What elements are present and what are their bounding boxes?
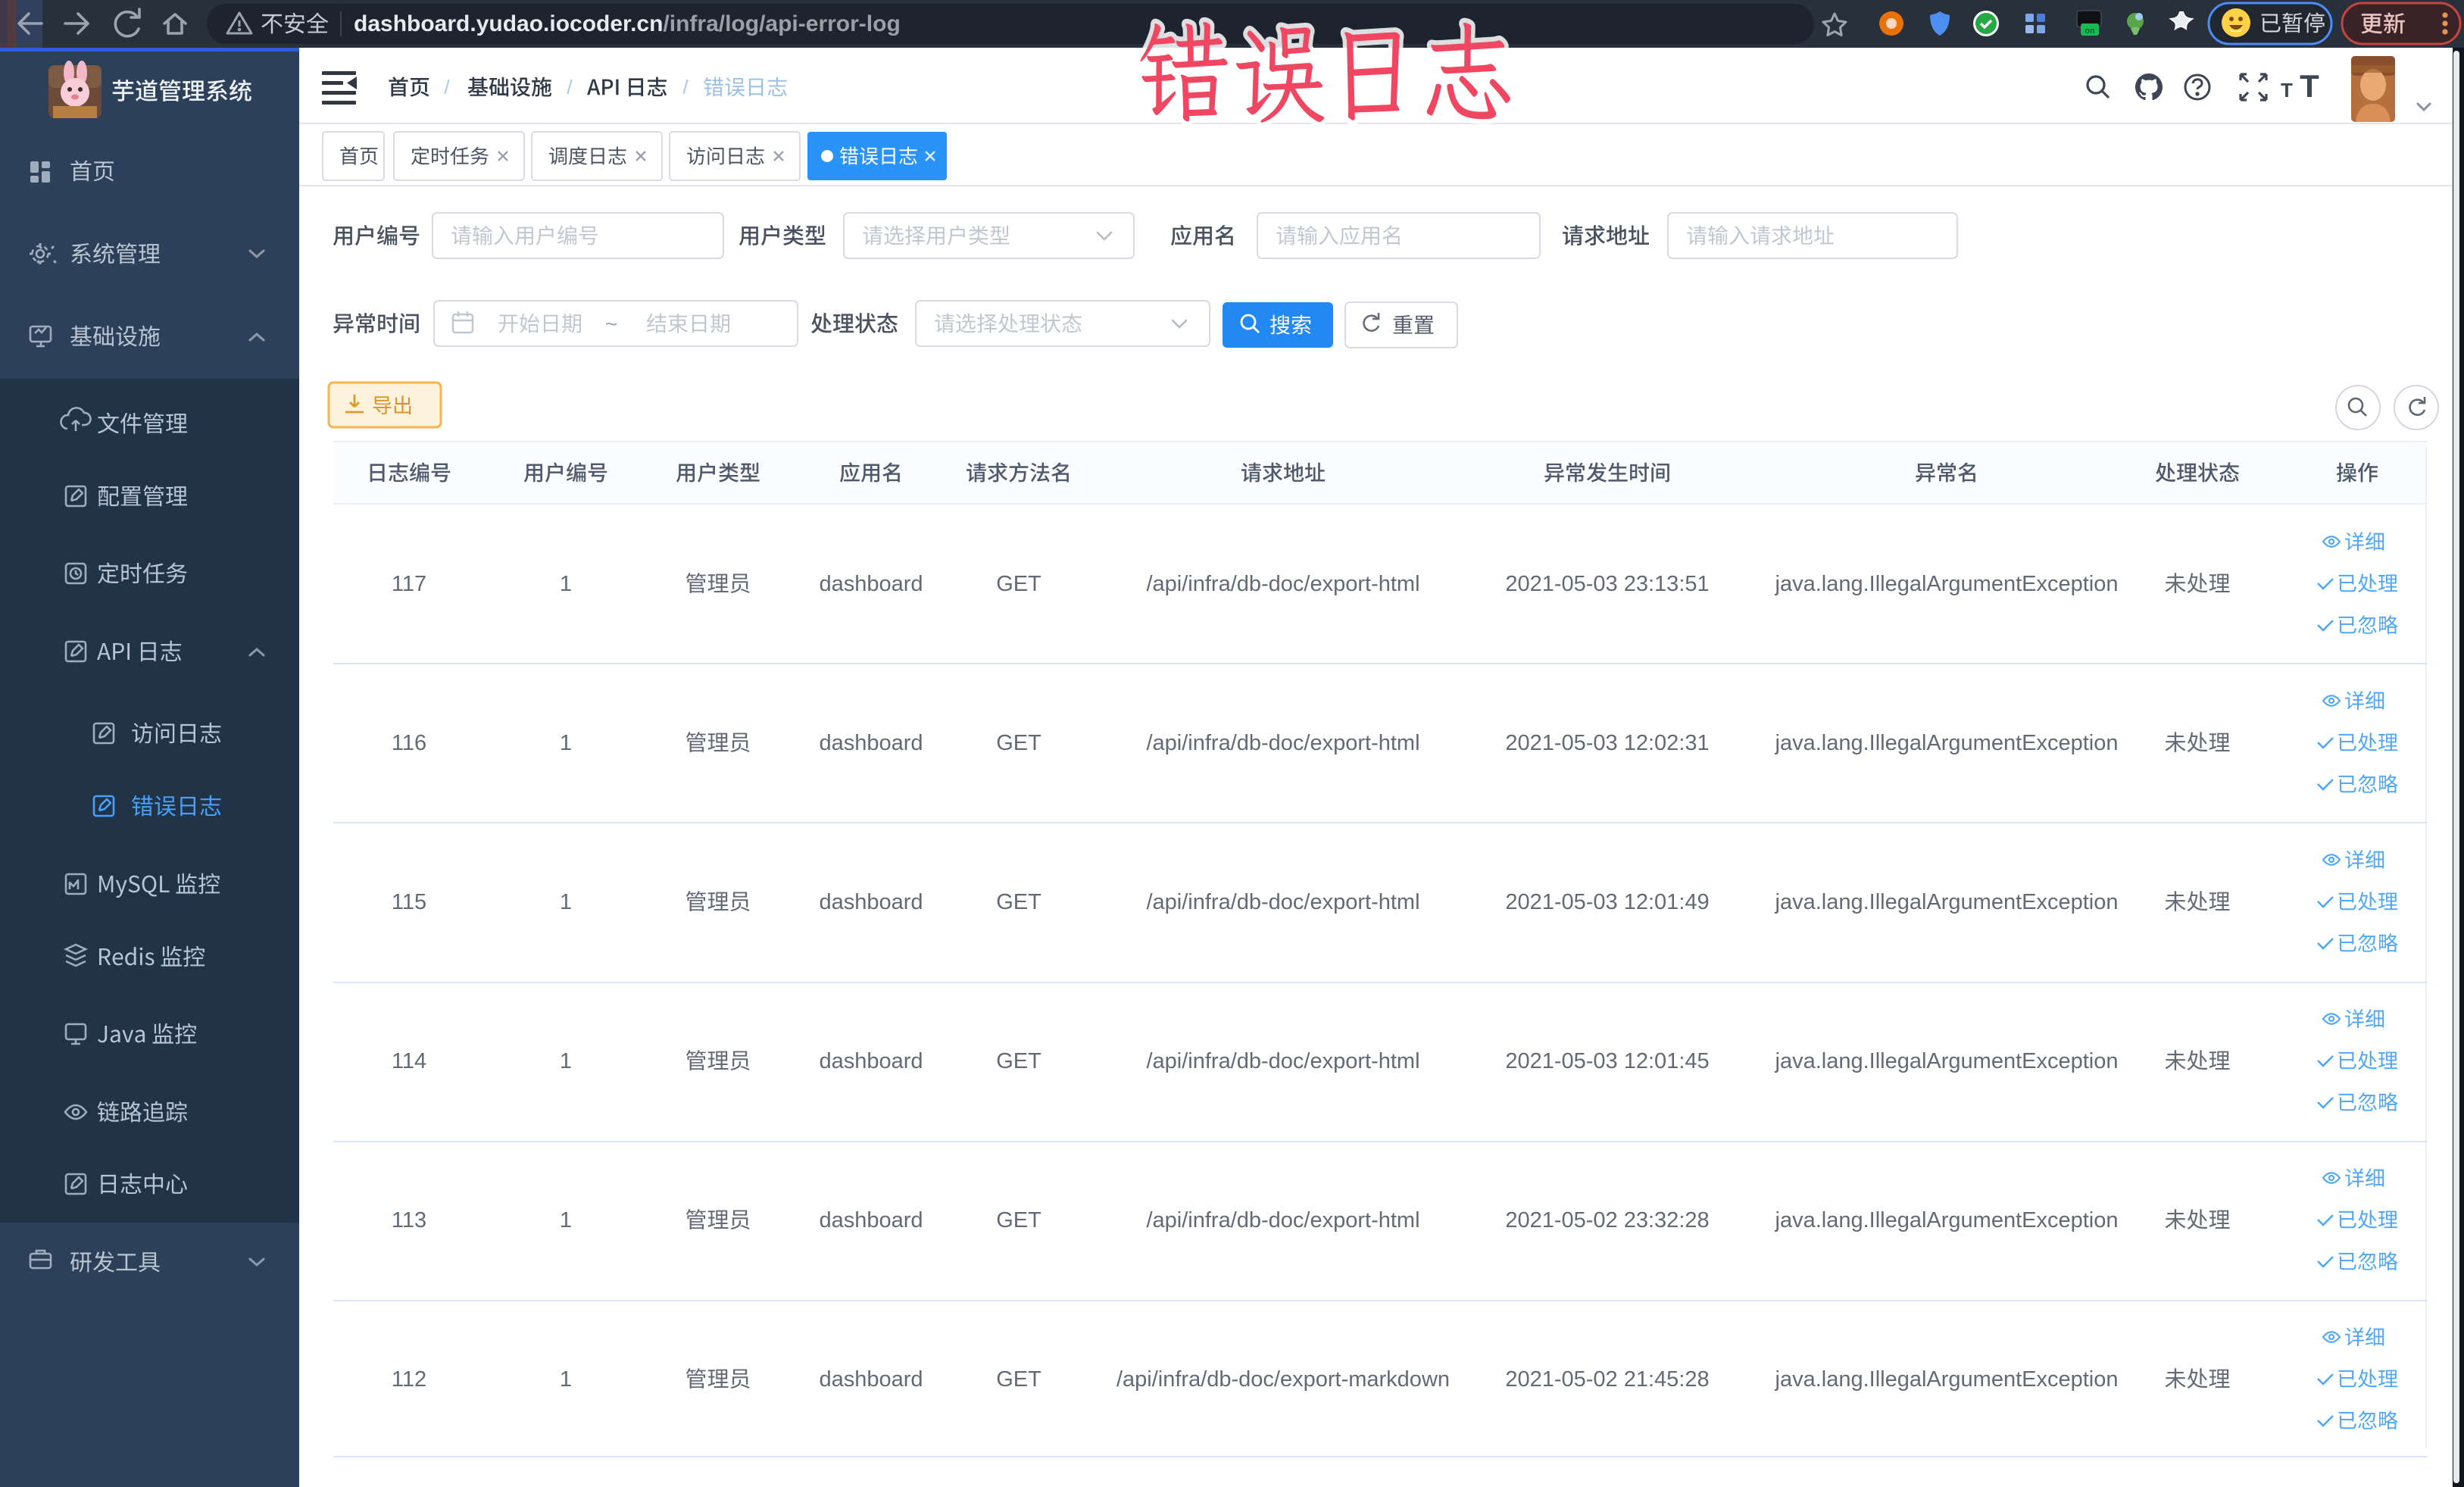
svg-text:dashboard: dashboard — [819, 572, 923, 596]
svg-text:2021-05-03 23:13:51: 2021-05-03 23:13:51 — [1505, 572, 1709, 596]
svg-text:1: 1 — [560, 1049, 572, 1073]
svg-text:dashboard: dashboard — [819, 1367, 923, 1392]
svg-text:2021-05-03 12:01:45: 2021-05-03 12:01:45 — [1505, 1049, 1709, 1073]
svg-text:GET: GET — [996, 572, 1042, 596]
svg-text:/api/infra/db-doc/export-html: /api/infra/db-doc/export-html — [1146, 1208, 1419, 1232]
svg-text:114: 114 — [392, 1049, 426, 1073]
svg-text:dashboard: dashboard — [819, 890, 923, 914]
svg-text:2021-05-02 21:45:28: 2021-05-02 21:45:28 — [1505, 1367, 1709, 1392]
svg-text:112: 112 — [392, 1367, 426, 1392]
svg-text:~: ~ — [605, 312, 617, 336]
svg-text:GET: GET — [996, 890, 1042, 914]
svg-text:2021-05-03 12:01:49: 2021-05-03 12:01:49 — [1505, 890, 1709, 914]
svg-text:T: T — [2281, 79, 2293, 102]
svg-text:java.lang.IllegalArgumentExcep: java.lang.IllegalArgumentException — [1775, 731, 2119, 755]
svg-text:dashboard: dashboard — [819, 731, 923, 755]
svg-text:dashboard: dashboard — [819, 1049, 923, 1073]
svg-text:1: 1 — [560, 890, 572, 914]
svg-text:T: T — [2300, 68, 2319, 104]
svg-text:/api/infra/db-doc/export-html: /api/infra/db-doc/export-html — [1146, 731, 1419, 755]
svg-text:on: on — [2085, 27, 2095, 36]
svg-text:GET: GET — [996, 1049, 1042, 1073]
svg-text:1: 1 — [560, 1367, 572, 1392]
svg-text:1: 1 — [560, 1208, 572, 1232]
svg-text:115: 115 — [392, 890, 426, 914]
svg-text:/api/infra/db-doc/export-html: /api/infra/db-doc/export-html — [1146, 572, 1419, 596]
svg-text:GET: GET — [996, 731, 1042, 755]
svg-text:2021-05-03 12:02:31: 2021-05-03 12:02:31 — [1505, 731, 1709, 755]
svg-text:1: 1 — [560, 731, 572, 755]
svg-text:/: / — [444, 76, 450, 98]
svg-text:java.lang.IllegalArgumentExcep: java.lang.IllegalArgumentException — [1775, 1367, 2119, 1392]
svg-text:2021-05-02 23:32:28: 2021-05-02 23:32:28 — [1505, 1208, 1709, 1232]
svg-text:GET: GET — [996, 1208, 1042, 1232]
svg-text:java.lang.IllegalArgumentExcep: java.lang.IllegalArgumentException — [1775, 1208, 2119, 1232]
svg-text:113: 113 — [392, 1208, 426, 1232]
svg-text:/api/infra/db-doc/export-markd: /api/infra/db-doc/export-markdown — [1116, 1367, 1450, 1392]
svg-text:dashboard: dashboard — [819, 1208, 923, 1232]
svg-text:/api/infra/db-doc/export-html: /api/infra/db-doc/export-html — [1146, 1049, 1419, 1073]
svg-text:dashboard.yudao.iocoder.cn/inf: dashboard.yudao.iocoder.cn/infra/log/api… — [354, 11, 901, 36]
svg-text:1: 1 — [560, 572, 572, 596]
svg-text:java.lang.IllegalArgumentExcep: java.lang.IllegalArgumentException — [1775, 890, 2119, 914]
svg-text:/: / — [682, 76, 689, 98]
svg-text:java.lang.IllegalArgumentExcep: java.lang.IllegalArgumentException — [1775, 572, 2119, 596]
svg-text:/: / — [567, 76, 573, 98]
svg-text:116: 116 — [392, 731, 426, 755]
svg-text:117: 117 — [392, 572, 426, 596]
svg-text:/api/infra/db-doc/export-html: /api/infra/db-doc/export-html — [1146, 890, 1419, 914]
svg-text:java.lang.IllegalArgumentExcep: java.lang.IllegalArgumentException — [1775, 1049, 2119, 1073]
svg-text:GET: GET — [996, 1367, 1042, 1392]
